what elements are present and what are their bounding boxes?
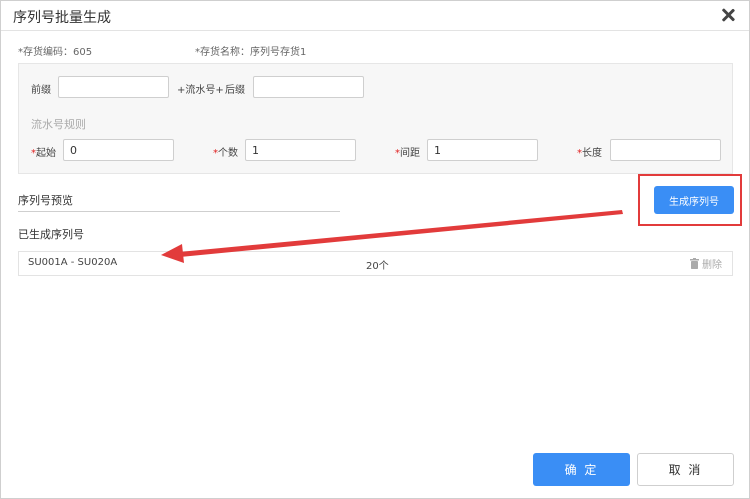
prefix-label: 前缀 [31, 85, 51, 96]
dialog-titlebar: 序列号批量生成 [1, 1, 749, 31]
suffix-input[interactable] [253, 76, 364, 98]
inventory-code-label: *存货编码：605 [18, 47, 93, 58]
serial-connector-label: +流水号+ [177, 85, 224, 96]
arrow-shaft [179, 210, 623, 257]
count-input[interactable] [245, 139, 356, 161]
close-icon[interactable] [719, 6, 737, 24]
generate-serial-button[interactable]: 生成序列号 [654, 186, 734, 214]
dialog-title: 序列号批量生成 [13, 10, 111, 26]
prefix-input[interactable] [58, 76, 169, 98]
preview-title: 序列号预览 [18, 194, 73, 207]
step-label: *间距 [395, 144, 420, 159]
generate-highlight-box: 生成序列号 [638, 174, 742, 226]
step-input[interactable] [427, 139, 538, 161]
table-row: SU001A - SU020A 20个 删除 [18, 251, 733, 276]
serial-batch-dialog: 序列号批量生成 *存货编码：605 *存货名称：序列号存货1 前缀 +流水号+ … [0, 0, 750, 499]
delete-label: 删除 [702, 260, 722, 271]
serial-rule-panel: 前缀 +流水号+ 后缀 流水号规则 *起始 *个数 *间距 *长度 [18, 63, 733, 174]
count-label-text: 个数 [218, 148, 238, 159]
start-label: *起始 [31, 144, 56, 159]
length-label-text: 长度 [582, 148, 602, 159]
generated-title: 已生成序列号 [18, 228, 84, 241]
start-label-text: 起始 [36, 148, 56, 159]
delete-button[interactable]: 删除 [690, 256, 722, 271]
cancel-button[interactable]: 取 消 [637, 453, 734, 486]
start-input[interactable] [63, 139, 174, 161]
confirm-button[interactable]: 确 定 [533, 453, 630, 486]
preview-divider [18, 211, 340, 212]
serial-range: SU001A - SU020A [28, 257, 118, 268]
inventory-name-label: *存货名称：序列号存货1 [195, 47, 307, 58]
serial-count: 20个 [366, 261, 389, 272]
length-label: *长度 [577, 144, 602, 159]
length-input[interactable] [610, 139, 721, 161]
trash-icon [690, 258, 699, 269]
count-label: *个数 [213, 144, 238, 159]
step-label-text: 间距 [400, 148, 420, 159]
suffix-label: 后缀 [225, 85, 245, 96]
serial-rule-title: 流水号规则 [31, 118, 86, 131]
